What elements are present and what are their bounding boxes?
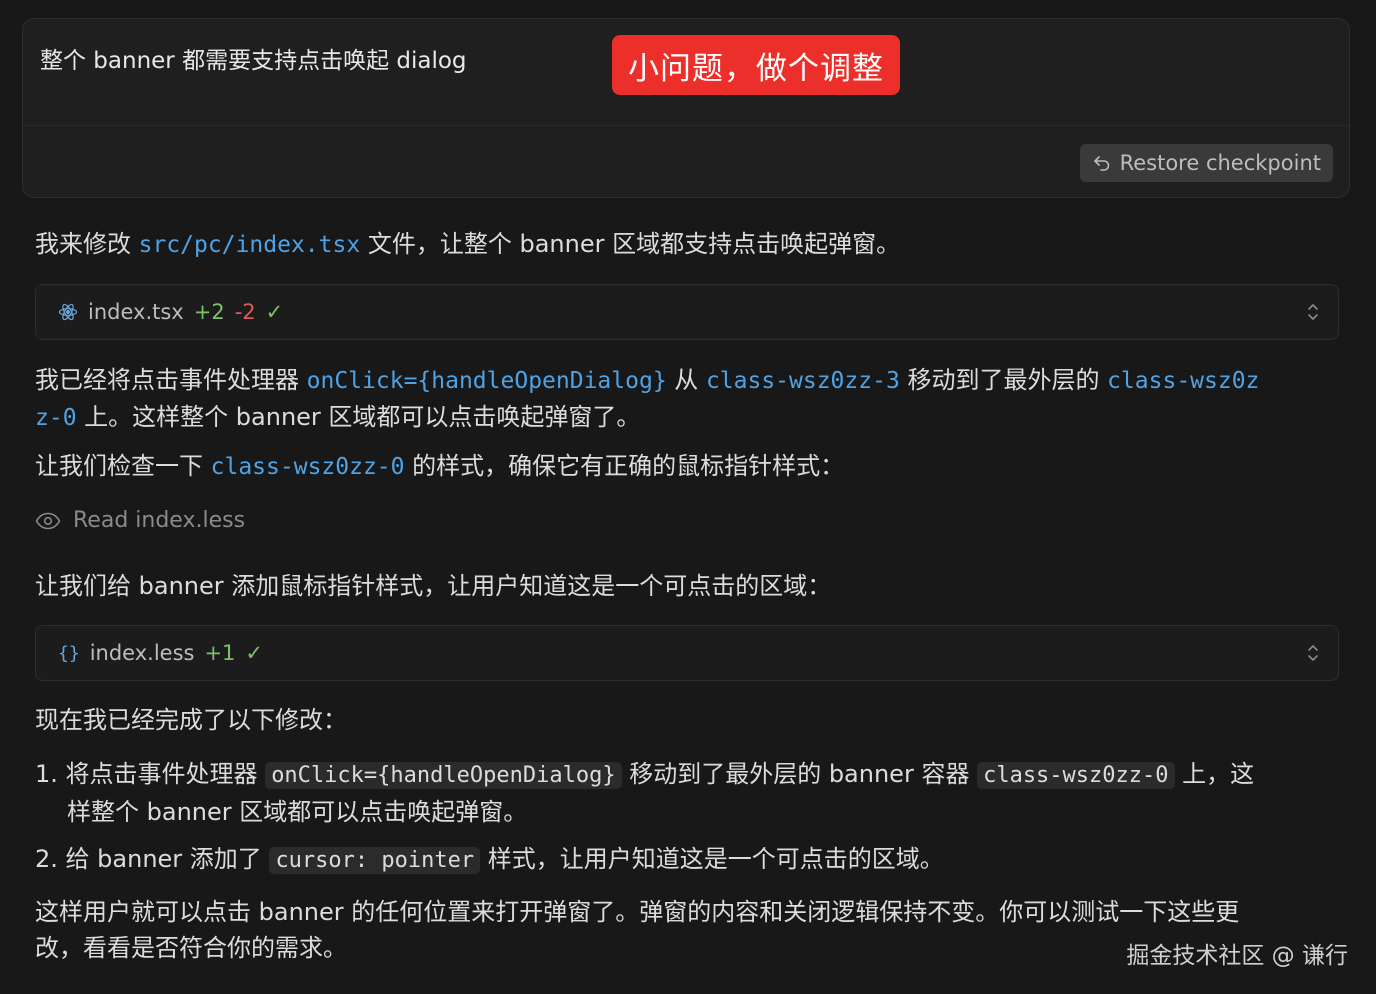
expand-chevron-icon[interactable] — [1306, 642, 1320, 664]
inline-code: onClick={handleOpenDialog} — [265, 762, 622, 789]
assistant-message-3: 让我们检查一下 class-wsz0zz-0 的样式，确保它有正确的鼠标指针样式… — [35, 448, 844, 485]
file-change-card-index-less[interactable]: {} index.less +1 ✓ — [35, 625, 1339, 681]
message-text: 移动到了最外层的 banner 容器 — [621, 760, 978, 788]
inline-code: class-wsz0zz-0 — [977, 762, 1175, 789]
message-text: 给 banner 添加了 — [65, 845, 270, 873]
summary-item-1: 1. 将点击事件处理器 onClick={handleOpenDialog} 移… — [35, 756, 1345, 830]
check-icon: ✓ — [245, 641, 264, 665]
message-text: 改，看看是否符合你的需求。 — [35, 934, 347, 962]
message-text: 上。这样整个 banner 区域都可以点击唤起弹窗了。 — [76, 403, 641, 431]
message-text: 移动到了最外层的 — [899, 366, 1108, 394]
watermark: 掘金技术社区 @ 谦行 — [1126, 943, 1348, 969]
restore-checkpoint-button[interactable]: Restore checkpoint — [1079, 144, 1333, 182]
annotation-label: 小问题，做个调整 — [612, 35, 900, 95]
code-span: z-0 — [35, 405, 77, 431]
assistant-message-1: 我来修改 src/pc/index.tsx 文件，让整个 banner 区域都支… — [35, 226, 900, 263]
code-span: class-wsz0z — [1107, 368, 1260, 394]
message-text: 我来修改 — [35, 230, 139, 258]
message-text: 将点击事件处理器 — [65, 760, 266, 788]
expand-chevron-icon[interactable] — [1306, 301, 1320, 323]
code-span: class-wsz0zz-3 — [705, 368, 900, 394]
user-prompt-box: 整个 banner 都需要支持点击唤起 dialog 小问题，做个调整 Rest… — [22, 18, 1350, 198]
code-span: onClick={handleOpenDialog} — [306, 368, 667, 394]
inline-code: cursor: pointer — [269, 847, 481, 874]
summary-heading: 现在我已经完成了以下修改： — [35, 706, 347, 734]
message-text: 从 — [666, 366, 706, 394]
file-name: index.less — [89, 641, 195, 665]
file-change-card-index-tsx[interactable]: index.tsx +2 -2 ✓ — [35, 284, 1339, 340]
lines-added: +1 — [204, 641, 236, 665]
file-path-code[interactable]: src/pc/index.tsx — [139, 232, 361, 258]
code-span: class-wsz0zz-0 — [210, 454, 405, 480]
message-text: 的样式，确保它有正确的鼠标指针样式： — [404, 452, 845, 480]
message-text: 这样用户就可以点击 banner 的任何位置来打开弹窗了。弹窗的内容和关闭逻辑保… — [35, 898, 1240, 926]
braces-icon: {} — [58, 642, 80, 664]
read-file-step[interactable]: Read index.less — [35, 508, 245, 533]
lines-removed: -2 — [234, 300, 256, 324]
read-step-label: Read index.less — [73, 508, 246, 533]
react-icon — [58, 303, 78, 321]
message-text: 样整个 banner 区域都可以点击唤起弹窗。 — [67, 798, 528, 826]
prompt-divider — [23, 125, 1349, 126]
message-text: 让我们检查一下 — [35, 452, 211, 480]
list-number: 2. — [35, 845, 58, 873]
check-icon: ✓ — [265, 300, 284, 324]
restore-checkpoint-label: Restore checkpoint — [1119, 151, 1321, 175]
assistant-message-4: 让我们给 banner 添加鼠标指针样式，让用户知道这是一个可点击的区域： — [35, 572, 832, 600]
message-text: 样式，让用户知道这是一个可点击的区域。 — [480, 845, 944, 873]
lines-added: +2 — [193, 300, 225, 324]
message-text: 我已经将点击事件处理器 — [35, 366, 307, 394]
file-name: index.tsx — [88, 300, 184, 324]
undo-arrow-icon — [1093, 156, 1109, 171]
list-number: 1. — [35, 760, 58, 788]
message-text: 上，这 — [1174, 760, 1255, 788]
eye-icon — [35, 512, 61, 529]
prompt-text: 整个 banner 都需要支持点击唤起 dialog — [40, 48, 467, 74]
summary-item-2: 2. 给 banner 添加了 cursor: pointer 样式，让用户知道… — [35, 841, 944, 879]
assistant-message-2: 我已经将点击事件处理器 onClick={handleOpenDialog} 从… — [35, 362, 1345, 436]
message-text: 文件，让整个 banner 区域都支持点击唤起弹窗。 — [360, 230, 901, 258]
